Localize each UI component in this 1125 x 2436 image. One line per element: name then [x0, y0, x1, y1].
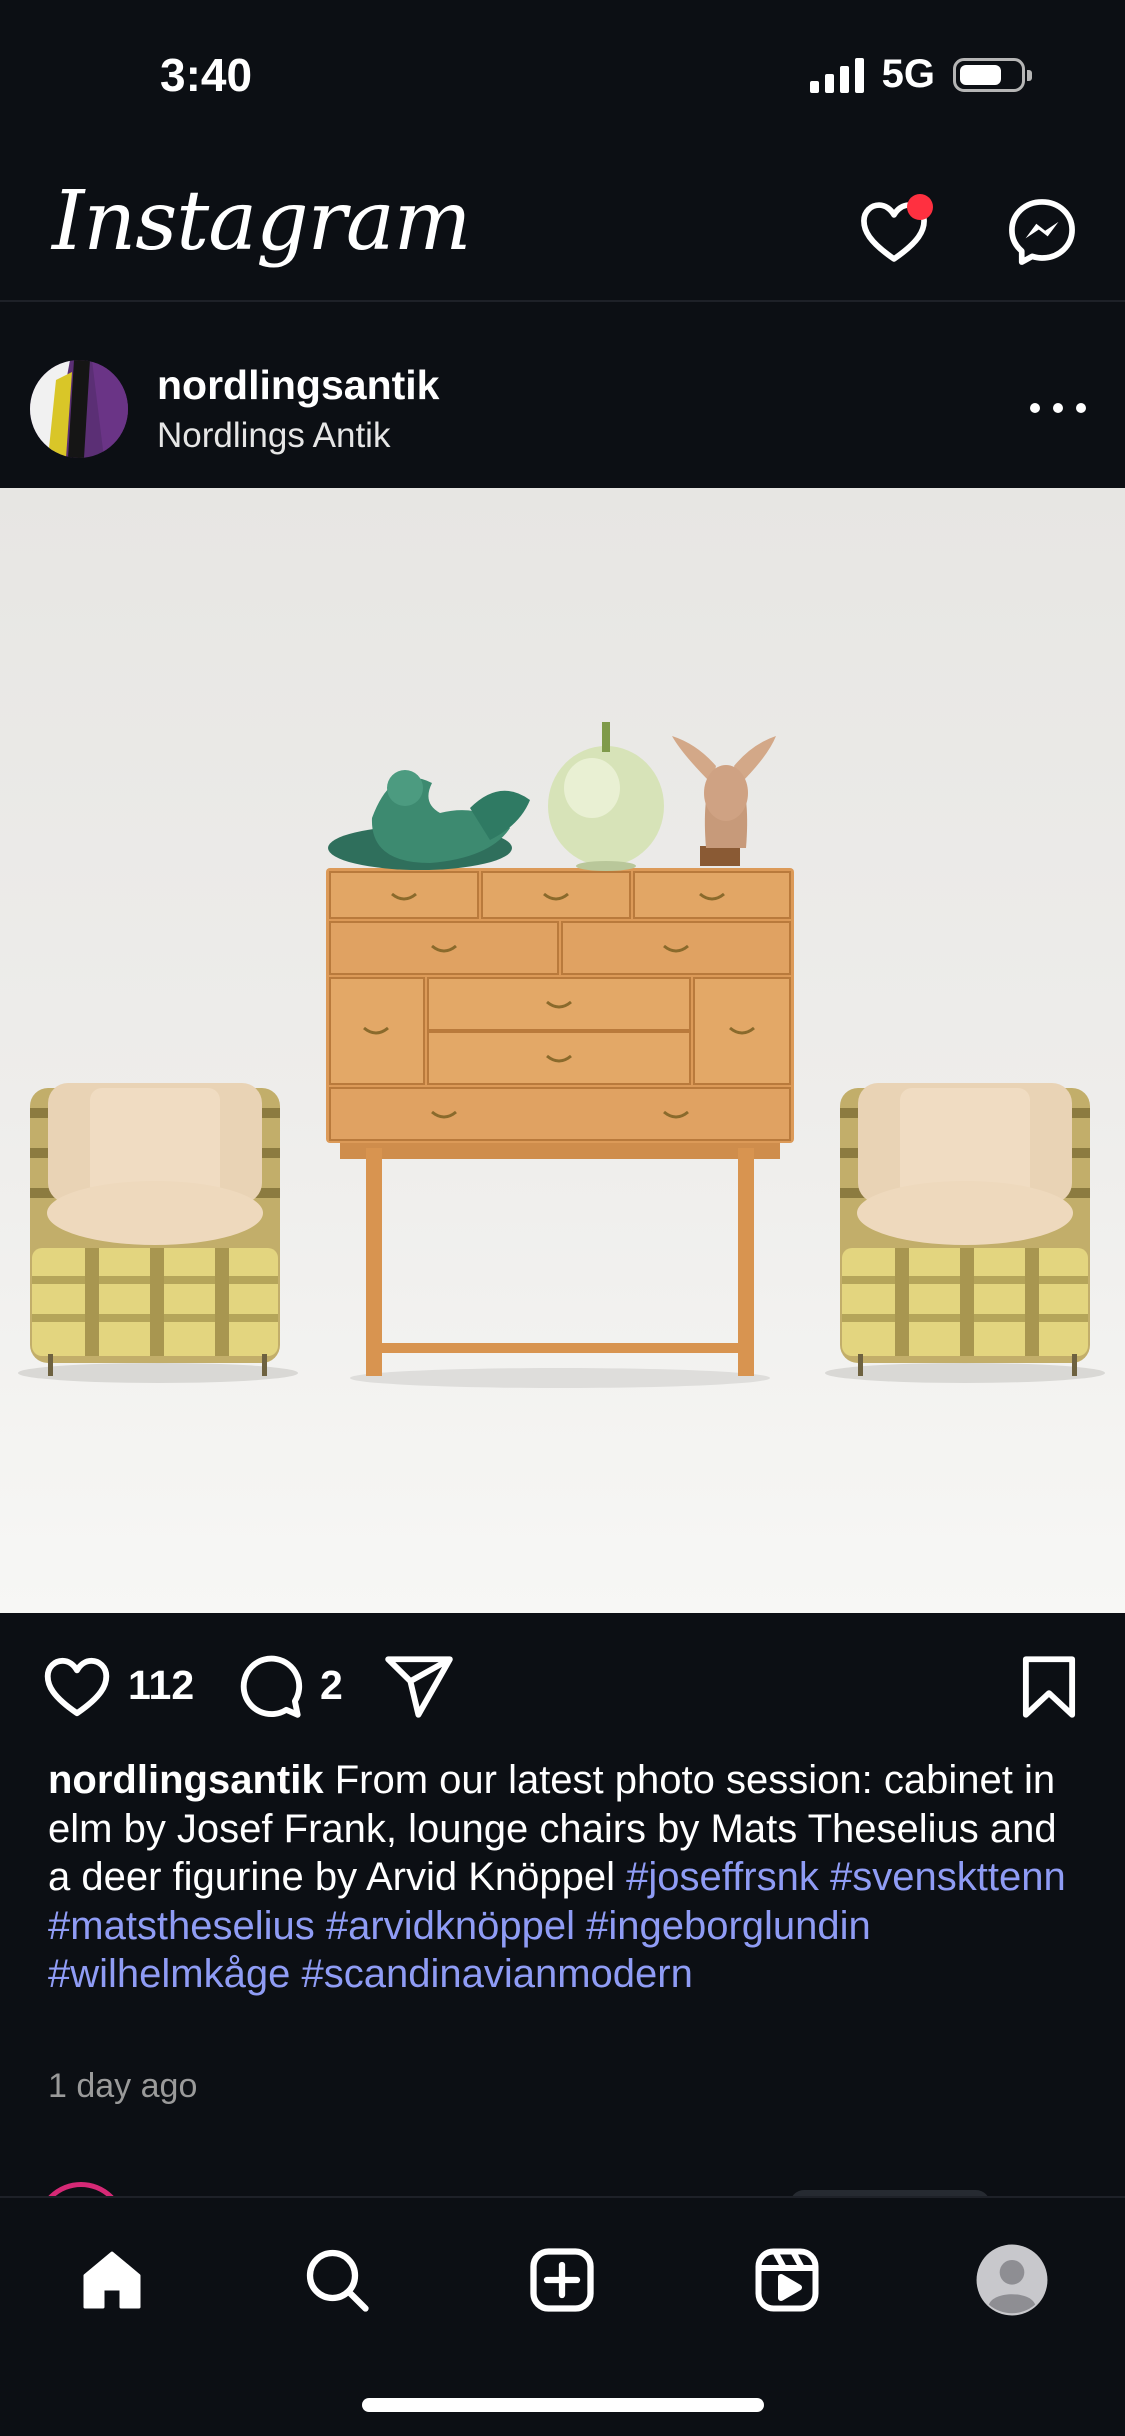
status-indicators: 5G — [809, 52, 1032, 97]
profile-icon[interactable] — [970, 2238, 1054, 2322]
battery-icon — [953, 57, 1032, 92]
post-author-avatar[interactable] — [30, 360, 128, 458]
hashtag[interactable]: #joseffrsnk — [626, 1855, 819, 1899]
network-type: 5G — [881, 52, 935, 96]
post-username[interactable]: nordlingsantik — [157, 362, 439, 409]
hashtag[interactable]: #arvidknöppel — [326, 1904, 575, 1948]
glass-globe-vase — [548, 722, 664, 871]
like-count[interactable]: 112 — [128, 1662, 194, 1709]
status-time: 3:40 — [160, 49, 253, 101]
like-heart-icon[interactable] — [40, 1650, 114, 1724]
hashtag[interactable]: #matstheselius — [48, 1904, 315, 1948]
hashtag[interactable]: #svenskttenn — [830, 1855, 1066, 1899]
home-icon[interactable] — [70, 2238, 154, 2322]
caption-username[interactable]: nordlingsantik — [48, 1758, 324, 1802]
instagram-logo[interactable]: Instagram — [52, 174, 471, 269]
hashtag[interactable]: #scandinavianmodern — [301, 1952, 692, 1996]
post-photo[interactable] — [0, 488, 1125, 1613]
home-indicator — [362, 2398, 764, 2412]
search-icon[interactable] — [295, 2238, 379, 2322]
save-bookmark-icon[interactable] — [1012, 1650, 1086, 1724]
hashtag[interactable]: #wilhelmkåge — [48, 1952, 290, 1996]
hashtag[interactable]: #ingeborglundin — [586, 1904, 871, 1948]
post-location[interactable]: Nordlings Antik — [157, 416, 390, 456]
comment-count[interactable]: 2 — [320, 1662, 343, 1709]
notification-dot — [907, 194, 933, 220]
share-send-icon[interactable] — [382, 1650, 456, 1724]
elm-cabinet — [326, 868, 794, 1376]
create-icon[interactable] — [520, 2238, 604, 2322]
comment-bubble-icon[interactable] — [232, 1650, 306, 1724]
more-options-icon[interactable] — [1030, 398, 1086, 418]
messenger-icon[interactable] — [1004, 194, 1080, 270]
right-lounge-chair — [840, 1083, 1090, 1376]
post-caption: nordlingsantik From our latest photo ses… — [48, 1756, 1078, 1999]
post-timestamp: 1 day ago — [48, 2067, 198, 2105]
ceramic-dragon-figurine — [328, 770, 530, 870]
deer-figurine — [672, 736, 776, 866]
reels-icon[interactable] — [745, 2238, 829, 2322]
header-divider — [0, 300, 1125, 302]
left-lounge-chair — [30, 1083, 280, 1376]
cellular-signal-icon — [809, 57, 864, 93]
